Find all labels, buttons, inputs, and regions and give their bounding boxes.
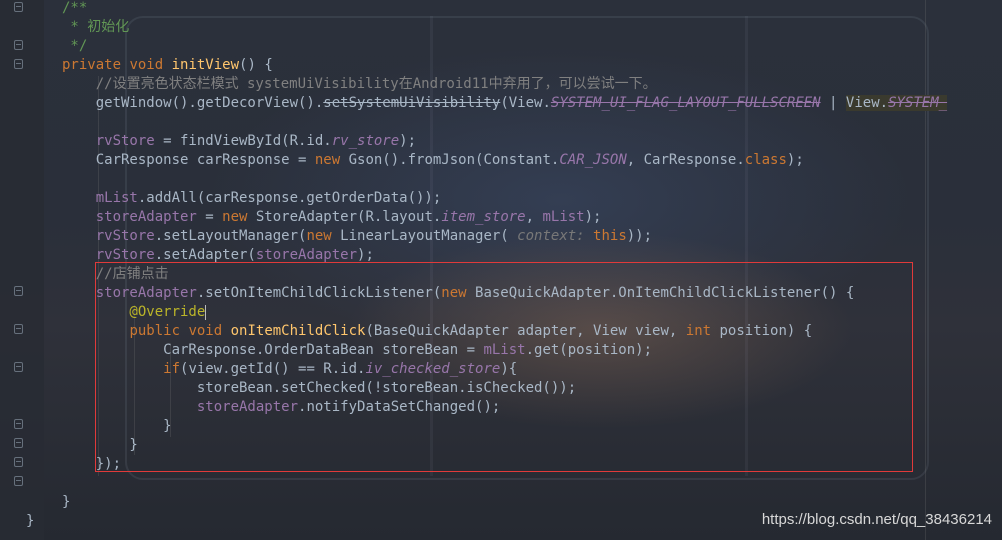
code-token: );	[357, 247, 374, 263]
code-token: );	[584, 209, 602, 225]
code-line[interactable]: /**	[62, 0, 87, 18]
code-line[interactable]: rvStore = findViewById(R.id.rv_store);	[62, 132, 416, 151]
right-margin-guide	[925, 0, 926, 540]
code-token: );	[786, 152, 804, 168]
code-token: = findViewById(R.id.	[154, 133, 332, 149]
code-token: * 初始化	[62, 19, 130, 35]
fold-icon[interactable]	[14, 2, 23, 12]
code-token: item_store	[441, 209, 526, 225]
code-token: initView	[171, 57, 240, 73]
code-line[interactable]: getWindow().getDecorView().setSystemUiVi…	[62, 94, 948, 113]
code-token: .addAll(carResponse.getOrderData());	[137, 190, 442, 206]
code-line[interactable]: * 初始化	[62, 18, 129, 37]
code-token: ,	[525, 209, 543, 225]
code-line[interactable]: }	[26, 512, 34, 531]
code-token: SYSTEM_	[888, 95, 948, 111]
code-token: () {	[239, 57, 273, 73]
code-token: rv_store	[331, 133, 400, 149]
code-token: SYSTEM_UI_FLAG_LAYOUT_FULLSCREEN	[550, 95, 821, 111]
code-token: context:	[517, 228, 594, 244]
code-token: );	[399, 133, 417, 149]
code-token: .setAdapter(	[154, 247, 256, 263]
code-token: ));	[626, 228, 653, 244]
code-line[interactable]: storeAdapter = new StoreAdapter(R.layout…	[62, 208, 602, 227]
fold-icon[interactable]	[14, 438, 23, 448]
fold-icon[interactable]	[14, 419, 23, 429]
code-token: StoreAdapter(R.layout.	[255, 209, 442, 225]
code-token: }	[62, 494, 71, 510]
code-token: mList	[62, 190, 138, 206]
watermark: https://blog.csdn.net/qq_38436214	[761, 511, 992, 528]
code-token: //设置亮色状态栏模式 systemUiVisibility在Android11…	[62, 76, 657, 92]
code-token: getWindow().getDecorView().	[62, 95, 324, 111]
code-token: rvStore	[62, 228, 155, 244]
code-token: class	[744, 152, 787, 168]
fold-icon[interactable]	[14, 286, 23, 296]
code-token: }	[26, 513, 35, 529]
fold-icon[interactable]	[14, 362, 23, 372]
code-token: /**	[62, 0, 88, 16]
code-token: |	[820, 95, 846, 111]
code-token: storeAdapter	[255, 247, 358, 263]
fold-icon[interactable]	[14, 59, 23, 69]
code-token: storeAdapter	[62, 209, 197, 225]
code-token: (View.	[500, 95, 551, 111]
code-token: CarResponse carResponse =	[62, 152, 315, 168]
code-token: new	[314, 152, 349, 168]
code-line[interactable]: }	[62, 493, 70, 512]
code-token: this	[593, 228, 627, 244]
code-token: setSystemUiVisibility	[323, 95, 501, 111]
code-token: View.	[845, 95, 889, 111]
code-line[interactable]: mList.addAll(carResponse.getOrderData())…	[62, 189, 442, 208]
code-token: .setLayoutManager(	[154, 228, 307, 244]
code-token: LinearLayoutManager(	[340, 228, 518, 244]
fold-icon[interactable]	[14, 476, 23, 486]
code-token: private	[62, 57, 130, 73]
code-line[interactable]: //设置亮色状态栏模式 systemUiVisibility在Android11…	[62, 75, 657, 94]
code-token: Gson().fromJson(Constant.	[348, 152, 560, 168]
fold-icon[interactable]	[14, 324, 23, 334]
fold-icon[interactable]	[14, 457, 23, 467]
code-token: , CarResponse.	[626, 152, 745, 168]
code-token: =	[196, 209, 223, 225]
code-token: */	[62, 38, 88, 54]
code-line[interactable]: */	[62, 37, 87, 56]
code-line[interactable]: rvStore.setLayoutManager(new LinearLayou…	[62, 227, 652, 246]
highlight-box	[95, 262, 913, 472]
code-token: void	[129, 57, 172, 73]
code-token: rvStore	[62, 247, 155, 263]
code-line[interactable]: CarResponse carResponse = new Gson().fro…	[62, 151, 804, 170]
editor-gutter	[0, 0, 44, 540]
code-token: new	[306, 228, 341, 244]
code-token: rvStore	[62, 133, 155, 149]
code-token: CAR_JSON	[559, 152, 627, 168]
code-token: mList	[542, 209, 585, 225]
fold-icon[interactable]	[14, 40, 23, 50]
code-token: new	[222, 209, 256, 225]
code-line[interactable]: private void initView() {	[62, 56, 273, 75]
